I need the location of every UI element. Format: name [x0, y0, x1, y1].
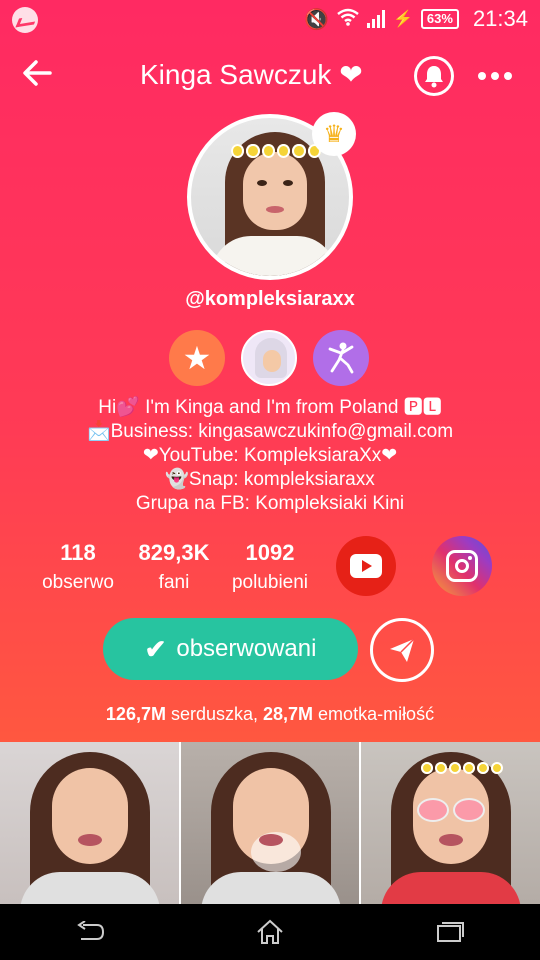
following-button[interactable]: ✔ obserwowani	[103, 618, 358, 680]
stat-following[interactable]: 118 obserwo	[30, 540, 126, 594]
dot-icon	[478, 72, 486, 80]
video-grid	[0, 742, 540, 904]
recents-nav-button[interactable]	[425, 914, 475, 950]
video-thumbnail[interactable]	[180, 742, 360, 904]
back-arrow-icon	[23, 60, 52, 86]
stat-likes-number: 1092	[245, 540, 295, 565]
signal-icon	[366, 10, 385, 28]
status-bar: 🔇 ⚡ 63% 21:34	[0, 0, 540, 38]
battery-indicator: 63%	[420, 9, 459, 29]
bio-line: ❤YouTube: KompleksiaraXx❤	[142, 445, 398, 466]
bio-line: Grupa na FB: Kompleksiaki Kini	[135, 493, 405, 514]
back-nav-icon	[77, 921, 105, 940]
dancer-badge-icon[interactable]	[313, 330, 369, 386]
system-navigation-bar	[0, 904, 540, 960]
bell-icon	[425, 66, 443, 88]
stat-following-label: obserwo	[42, 572, 114, 593]
instagram-link-button[interactable]	[432, 536, 492, 596]
love-label: emotka-miłość	[313, 704, 435, 724]
youtube-icon	[350, 554, 382, 578]
clock: 21:34	[472, 6, 528, 31]
checkmark-icon: ✔	[144, 633, 167, 664]
stat-likes[interactable]: 1092 polubieni	[222, 540, 318, 594]
hearts-count: 126,7M	[105, 704, 166, 724]
bio-line: 👻Snap: kompleksiaraxx	[165, 469, 375, 490]
charging-icon: ⚡	[392, 11, 413, 28]
page-title: Kinga Sawczuk ❤	[140, 59, 363, 90]
profile-bio: Hi💕 I'm Kinga and I'm from Poland 🅿🅻 📩Bu…	[0, 396, 540, 516]
stat-following-number: 118	[60, 540, 96, 565]
status-icons: 🔇 ⚡ 63% 21:34	[304, 6, 528, 32]
messenger-notification-icon	[12, 7, 38, 33]
bio-line: Hi💕 I'm Kinga and I'm from Poland 🅿🅻	[98, 397, 442, 418]
hearts-label: serduszka,	[165, 704, 264, 724]
star-badge-icon[interactable]: ★	[169, 330, 225, 386]
badges-row: ★	[169, 330, 369, 386]
home-icon	[257, 919, 283, 944]
profile-header: Kinga Sawczuk ❤	[0, 48, 540, 104]
video-thumbnail[interactable]	[0, 742, 179, 904]
avatar-badge-icon[interactable]	[241, 330, 297, 386]
love-count: 28,7M	[263, 704, 314, 724]
reactions-summary: 126,7M serduszka, 28,7M emotka-miłość	[0, 704, 540, 725]
instagram-icon	[446, 550, 478, 582]
flower-crown	[231, 144, 321, 158]
following-button-label: obserwowani	[176, 635, 317, 662]
more-options-button[interactable]	[478, 62, 518, 90]
wifi-icon	[337, 8, 359, 31]
back-button[interactable]	[20, 56, 60, 96]
stat-fans-label: fani	[158, 572, 190, 593]
stat-likes-label: polubieni	[231, 572, 309, 593]
dot-icon	[491, 72, 499, 80]
username-handle: @kompleksiaraxx	[185, 288, 355, 310]
back-nav-button[interactable]	[65, 914, 115, 950]
paper-plane-icon	[390, 638, 415, 662]
bio-line: 📩Business: kingasawczukinfo@gmail.com	[86, 421, 454, 442]
recents-icon	[437, 922, 464, 942]
stat-fans[interactable]: 829,3K fani	[124, 540, 224, 594]
video-thumbnail[interactable]	[361, 742, 540, 904]
crown-badge-icon: ♛	[312, 112, 356, 156]
youtube-link-button[interactable]	[336, 536, 396, 596]
notification-bell-button[interactable]	[414, 56, 454, 96]
dot-icon	[504, 72, 512, 80]
send-message-button[interactable]	[370, 618, 434, 682]
stat-fans-number: 829,3K	[138, 540, 210, 565]
home-nav-button[interactable]	[245, 914, 295, 950]
mute-icon: 🔇	[304, 8, 329, 31]
